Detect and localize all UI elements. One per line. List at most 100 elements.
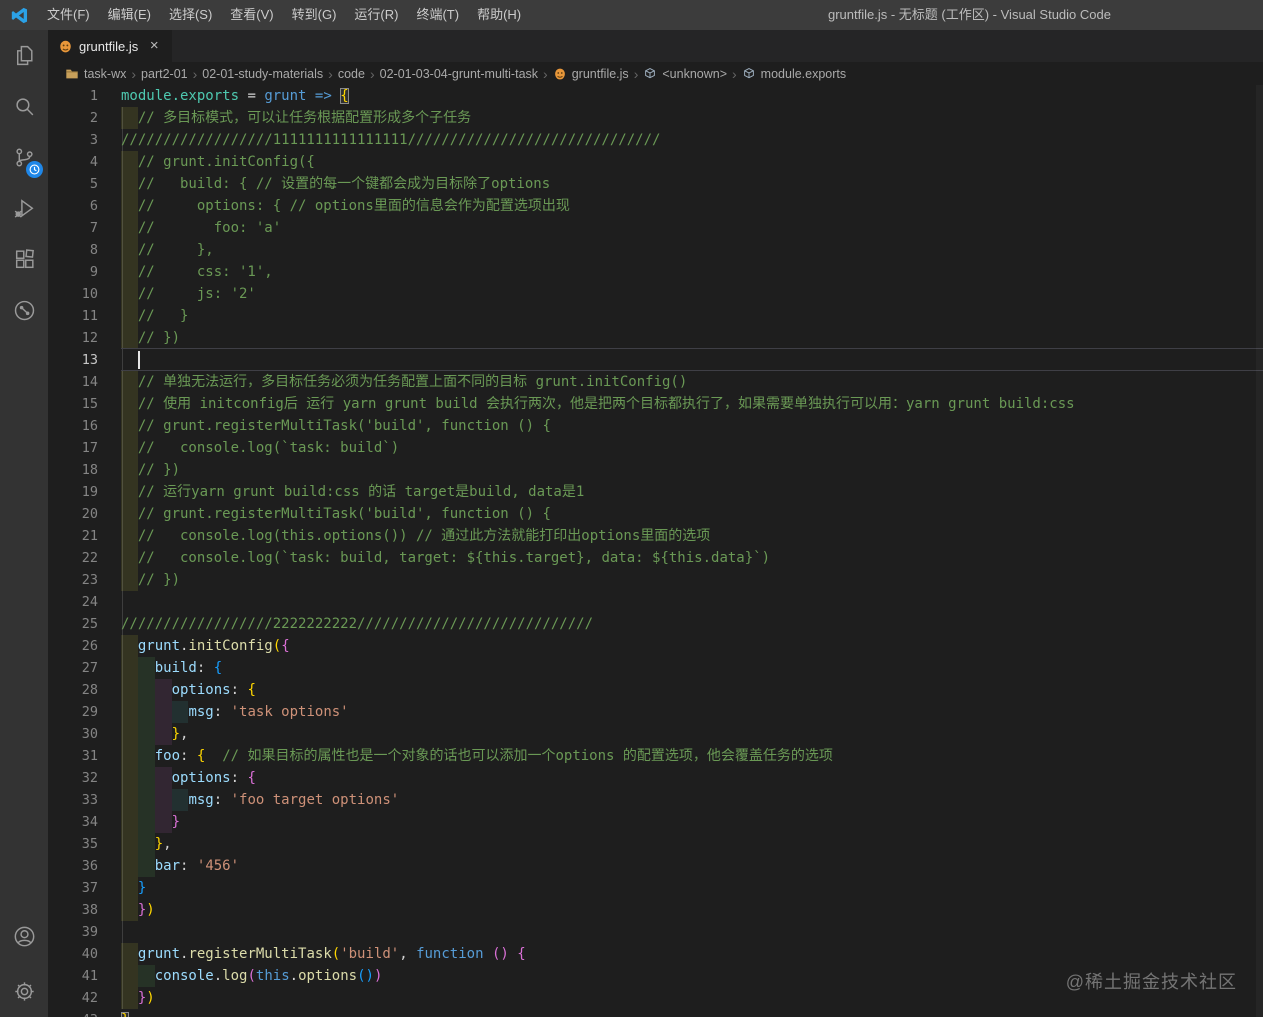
line-number: 20 [81, 506, 98, 522]
breadcrumb-separator: › [633, 65, 639, 82]
code-line[interactable]: 38 }) [48, 899, 1263, 921]
code-text: } [171, 814, 181, 830]
tab-bar: gruntfile.js × [48, 30, 1263, 62]
line-number: 13 [81, 352, 98, 368]
account-icon[interactable] [0, 911, 48, 962]
code-line[interactable]: 11 // } [48, 305, 1263, 327]
breadcrumb-item-0[interactable]: task-wx [65, 67, 126, 81]
code-line[interactable]: 28 options: { [48, 679, 1263, 701]
code-line[interactable]: 18 // }) [48, 459, 1263, 481]
breadcrumb-separator: › [131, 65, 137, 82]
code-line[interactable]: 17 // console.log(`task: build`) [48, 437, 1263, 459]
code-line[interactable]: 3 //////////////////1111111111111111/////… [48, 129, 1263, 151]
code-text: options: { [171, 682, 256, 698]
menu-item-1[interactable]: 编辑(E) [99, 0, 160, 30]
line-number: 35 [81, 836, 98, 852]
tab-gruntfile[interactable]: gruntfile.js × [48, 30, 173, 62]
code-line[interactable]: 21 // console.log(this.options()) // 通过此… [48, 525, 1263, 547]
code-line[interactable]: 22 // console.log(`task: build, target: … [48, 547, 1263, 569]
menu-item-3[interactable]: 查看(V) [221, 0, 282, 30]
code-line[interactable]: 35 }, [48, 833, 1263, 855]
code-line[interactable]: 40 grunt.registerMultiTask('build', func… [48, 943, 1263, 965]
code-text: // foo: 'a' [137, 220, 282, 236]
run-debug-icon[interactable] [0, 183, 48, 234]
code-text: // } [137, 308, 189, 324]
code-line[interactable]: 10 // js: '2' [48, 283, 1263, 305]
code-text: // 多目标模式，可以让任务根据配置形成多个子任务 [137, 110, 472, 126]
extensions-icon[interactable] [0, 234, 48, 285]
code-line[interactable]: 31 foo: { // 如果目标的属性也是一个对象的话也可以添加一个optio… [48, 745, 1263, 767]
code-line[interactable]: 37 } [48, 877, 1263, 899]
line-number: 1 [89, 88, 98, 104]
code-line[interactable]: 1 module.exports = grunt => { [48, 85, 1263, 107]
breadcrumb-item-2[interactable]: 02-01-study-materials [202, 67, 323, 81]
explorer-icon[interactable] [0, 30, 48, 81]
breadcrumb-item-5[interactable]: gruntfile.js [553, 67, 629, 81]
code-text: //////////////////2222222222////////////… [121, 616, 594, 632]
breadcrumb-item-3[interactable]: code [338, 67, 365, 81]
code-line[interactable]: 20 // grunt.registerMultiTask('build', f… [48, 503, 1263, 525]
line-number: 18 [81, 462, 98, 478]
code-line[interactable]: 9 // css: '1', [48, 261, 1263, 283]
code-line[interactable]: 36 bar: '456' [48, 855, 1263, 877]
code-line[interactable]: 24 [48, 591, 1263, 613]
settings-gear-icon[interactable] [0, 966, 48, 1017]
tab-close-icon[interactable]: × [144, 36, 164, 56]
code-line[interactable]: 14 // 单独无法运行，多目标任务必须为任务配置上面不同的目标 grunt.i… [48, 371, 1263, 393]
code-line[interactable]: 4 // grunt.initConfig({ [48, 151, 1263, 173]
remote-branch-icon[interactable] [0, 285, 48, 336]
scrollbar-track[interactable] [1256, 85, 1263, 1017]
code-line[interactable]: 8 // }, [48, 239, 1263, 261]
line-number: 9 [89, 264, 98, 280]
code-line[interactable]: 15 // 使用 initconfig后 运行 yarn grunt build… [48, 393, 1263, 415]
breadcrumb-item-7[interactable]: module.exports [742, 67, 846, 81]
code-line[interactable]: 32 options: { [48, 767, 1263, 789]
code-line[interactable]: 25 //////////////////2222222222//////////… [48, 613, 1263, 635]
menu-item-4[interactable]: 转到(G) [283, 0, 346, 30]
code-line[interactable]: 27 build: { [48, 657, 1263, 679]
menu-item-7[interactable]: 帮助(H) [468, 0, 530, 30]
code-text: foo: { // 如果目标的属性也是一个对象的话也可以添加一个options … [154, 748, 833, 764]
line-number: 16 [81, 418, 98, 434]
text-cursor [137, 351, 140, 369]
line-number: 26 [81, 638, 98, 654]
code-text: // build: { // 设置的每一个键都会成为目标除了options [137, 176, 551, 192]
code-line[interactable]: 6 // options: { // options里面的信息会作为配置选项出现 [48, 195, 1263, 217]
code-line[interactable]: 2 // 多目标模式，可以让任务根据配置形成多个子任务 [48, 107, 1263, 129]
code-line[interactable]: 16 // grunt.registerMultiTask('build', f… [48, 415, 1263, 437]
breadcrumb-item-6[interactable]: <unknown> [643, 67, 727, 81]
code-line[interactable]: 23 // }) [48, 569, 1263, 591]
breadcrumb-label: task-wx [84, 66, 127, 81]
line-number: 32 [81, 770, 98, 786]
line-number: 42 [81, 990, 98, 1006]
code-text: // console.log(`task: build`) [137, 440, 400, 456]
code-text: }) [137, 990, 155, 1006]
code-line[interactable]: 12 // }) [48, 327, 1263, 349]
code-line[interactable]: 30 }, [48, 723, 1263, 745]
code-line[interactable]: 19 // 运行yarn grunt build:css 的话 target是b… [48, 481, 1263, 503]
current-line-highlight [121, 348, 1263, 371]
search-icon[interactable] [0, 81, 48, 132]
source-control-icon[interactable] [0, 132, 48, 183]
code-text: // 使用 initconfig后 运行 yarn grunt build 会执… [137, 396, 1075, 412]
code-text: console.log(this.options()) [154, 968, 383, 984]
code-line[interactable]: 5 // build: { // 设置的每一个键都会成为目标除了options [48, 173, 1263, 195]
breadcrumb-item-4[interactable]: 02-01-03-04-grunt-multi-task [380, 67, 538, 81]
code-line[interactable]: 7 // foo: 'a' [48, 217, 1263, 239]
code-line[interactable]: 39 [48, 921, 1263, 943]
menu-item-6[interactable]: 终端(T) [407, 0, 468, 30]
code-line[interactable]: 26 grunt.initConfig({ [48, 635, 1263, 657]
breadcrumb-item-1[interactable]: part2-01 [141, 67, 188, 81]
code-line[interactable]: 43} [48, 1009, 1263, 1017]
line-number: 23 [81, 572, 98, 588]
code-line[interactable]: 33 msg: 'foo target options' [48, 789, 1263, 811]
editor[interactable]: 1 module.exports = grunt => {2 // 多目标模式，可… [48, 85, 1263, 1017]
menu-item-0[interactable]: 文件(F) [38, 0, 99, 30]
menu-item-2[interactable]: 选择(S) [160, 0, 221, 30]
breadcrumb-label: 02-01-03-04-grunt-multi-task [379, 66, 539, 81]
menu-item-5[interactable]: 运行(R) [345, 0, 407, 30]
code-line[interactable]: 29 msg: 'task options' [48, 701, 1263, 723]
code-line[interactable]: 34 } [48, 811, 1263, 833]
code-line[interactable]: 13 [48, 348, 1263, 371]
breadcrumb: task-wx › part2-01 › 02-01-study-materials › c… [48, 62, 1263, 85]
